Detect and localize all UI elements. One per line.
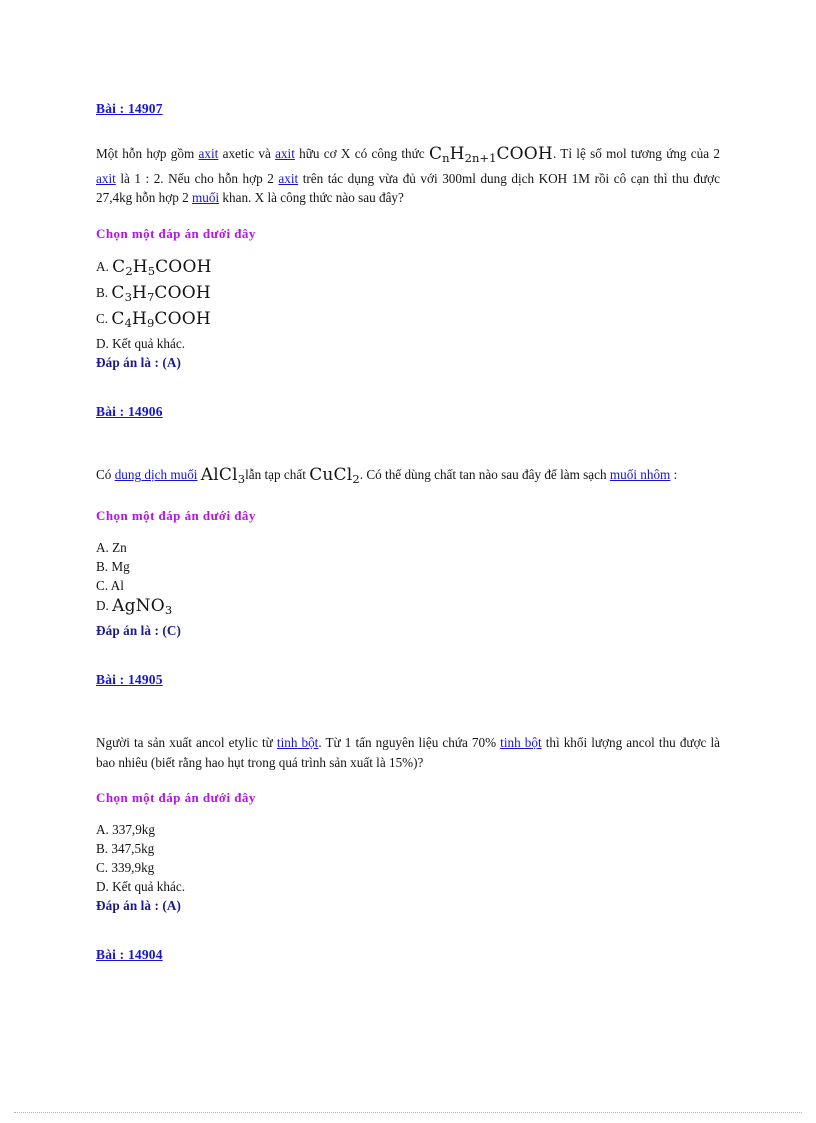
options-list-14905: A. 337,9kg B. 347,5kg C. 339,9kg D. Kết … xyxy=(96,820,720,896)
question-link-row: Bài : 14904 xyxy=(96,946,720,964)
option-formula: C2H5COOH xyxy=(112,256,212,278)
option-label: C. xyxy=(96,860,109,876)
text-segment: Người ta sản xuất ancol etylic từ xyxy=(96,735,277,751)
formula-alcl3: AlCl3 xyxy=(200,465,246,487)
question-id-link-14907[interactable]: Bài : 14907 xyxy=(96,101,163,117)
options-list-14906: A. Zn B. Mg C. Al D. AgNO3 xyxy=(96,538,720,621)
option-b[interactable]: B. C3H7COOH xyxy=(96,282,720,308)
inline-link-axit[interactable]: axit xyxy=(199,146,219,161)
formula-cnh2n1cooh: CnH2n+1COOH xyxy=(428,144,553,166)
option-label: C. xyxy=(96,578,109,594)
text-segment: . Tỉ lệ số mol tương ứng của 2 xyxy=(552,146,720,161)
option-label: B. xyxy=(96,559,109,575)
formula-cucl2: CuCl2 xyxy=(309,465,360,487)
option-a[interactable]: A. Zn xyxy=(96,538,720,557)
option-label: D. xyxy=(96,879,109,895)
text-segment: là 1 : 2. Nếu cho hỗn hợp 2 xyxy=(115,170,279,186)
inline-link-axit[interactable]: axit xyxy=(96,171,116,186)
options-list-14907: A. C2H5COOH B. C3H7COOH C. C4H9COOH D. K… xyxy=(96,256,720,354)
option-text: 347,5kg xyxy=(111,841,155,857)
option-label: C. xyxy=(96,311,109,327)
inline-link-dung-dich-muoi[interactable]: dung dịch muối xyxy=(115,467,198,482)
option-formula: C4H9COOH xyxy=(111,309,211,331)
option-label: A. xyxy=(96,258,109,274)
option-b[interactable]: B. 347,5kg xyxy=(96,839,720,858)
answer-key-14905: Đáp án là : (A) xyxy=(96,898,182,914)
question-id-link-14904[interactable]: Bài : 14904 xyxy=(96,947,163,963)
question-block-14905: Bài : 14905 Người ta sản xuất ancol etyl… xyxy=(96,671,720,914)
option-text: Al xyxy=(110,578,124,594)
option-label: A. xyxy=(96,822,109,838)
choose-answer-prompt: Chọn một đáp án dưới đây xyxy=(96,790,256,806)
question-block-14906: Bài : 14906 Có dung dịch muối AlCl3lẫn t… xyxy=(96,403,720,639)
text-segment: : xyxy=(670,467,678,483)
option-d[interactable]: D. Kết quả khác. xyxy=(96,334,720,353)
option-a[interactable]: A. C2H5COOH xyxy=(96,256,720,282)
document-content: Bài : 14907 Một hỗn hợp gồm axit axetic … xyxy=(96,100,720,990)
question-link-row: Bài : 14906 xyxy=(96,403,720,421)
option-label: B. xyxy=(96,841,109,857)
option-label: D. xyxy=(96,598,109,614)
inline-link-tinh-bot[interactable]: tinh bột xyxy=(277,735,318,750)
text-segment: Một hỗn hợp gồm xyxy=(96,146,199,161)
text-segment: . Từ 1 tấn nguyên liệu chứa 70% xyxy=(318,735,501,751)
option-c[interactable]: C. C4H9COOH xyxy=(96,308,720,334)
question-link-row: Bài : 14907 xyxy=(96,100,720,118)
option-d[interactable]: D. Kết quả khác. xyxy=(96,877,720,896)
option-text: Kết quả khác. xyxy=(112,336,185,352)
option-text: 339,9kg xyxy=(111,860,155,876)
text-segment: Có xyxy=(96,467,115,483)
option-text: Kết quả khác. xyxy=(112,879,185,895)
text-segment: hữu cơ X có công thức xyxy=(294,146,429,161)
text-segment: lẫn tạp chất xyxy=(245,467,310,483)
option-c[interactable]: C. Al xyxy=(96,576,720,595)
answer-key-14906: Đáp án là : (C) xyxy=(96,623,182,639)
answer-key-14907: Đáp án là : (A) xyxy=(96,355,182,371)
option-d[interactable]: D. AgNO3 xyxy=(96,595,720,621)
option-a[interactable]: A. 337,9kg xyxy=(96,820,720,839)
option-formula: AgNO3 xyxy=(112,596,173,618)
question-body-14905: Người ta sản xuất ancol etylic từ tinh b… xyxy=(96,733,720,772)
choose-answer-prompt: Chọn một đáp án dưới đây xyxy=(96,508,256,524)
option-text: Mg xyxy=(111,559,130,575)
inline-link-muoi-nhom[interactable]: muối nhôm xyxy=(610,467,670,482)
text-segment: axetic và xyxy=(218,146,276,161)
option-label: A. xyxy=(96,540,109,556)
option-formula: C3H7COOH xyxy=(111,282,211,305)
document-page: Bài : 14907 Một hỗn hợp gồm axit axetic … xyxy=(0,0,816,1123)
option-text: Zn xyxy=(112,540,127,556)
inline-link-tinh-bot[interactable]: tinh bột xyxy=(500,735,541,750)
inline-link-muoi[interactable]: muối xyxy=(192,190,219,205)
inline-link-axit[interactable]: axit xyxy=(275,146,295,161)
question-id-link-14906[interactable]: Bài : 14906 xyxy=(96,404,163,420)
option-label: B. xyxy=(96,284,109,300)
inline-link-axit[interactable]: axit xyxy=(278,171,298,186)
question-body-14907: Một hỗn hợp gồm axit axetic và axit hữu … xyxy=(96,144,720,208)
question-block-14907: Bài : 14907 Một hỗn hợp gồm axit axetic … xyxy=(96,100,720,371)
footer-divider xyxy=(14,1112,802,1113)
option-b[interactable]: B. Mg xyxy=(96,557,720,576)
question-link-row: Bài : 14905 xyxy=(96,671,720,689)
text-segment: . Có thể dùng chất tan nào sau đây để là… xyxy=(359,467,610,483)
question-body-14906: Có dung dịch muối AlCl3lẫn tạp chất CuCl… xyxy=(96,465,720,490)
text-segment: khan. X là công thức nào sau đây? xyxy=(219,190,404,206)
option-label: D. xyxy=(96,336,109,352)
question-id-link-14905[interactable]: Bài : 14905 xyxy=(96,672,163,688)
option-c[interactable]: C. 339,9kg xyxy=(96,858,720,877)
option-text: 337,9kg xyxy=(112,822,155,838)
choose-answer-prompt: Chọn một đáp án dưới đây xyxy=(96,225,256,241)
